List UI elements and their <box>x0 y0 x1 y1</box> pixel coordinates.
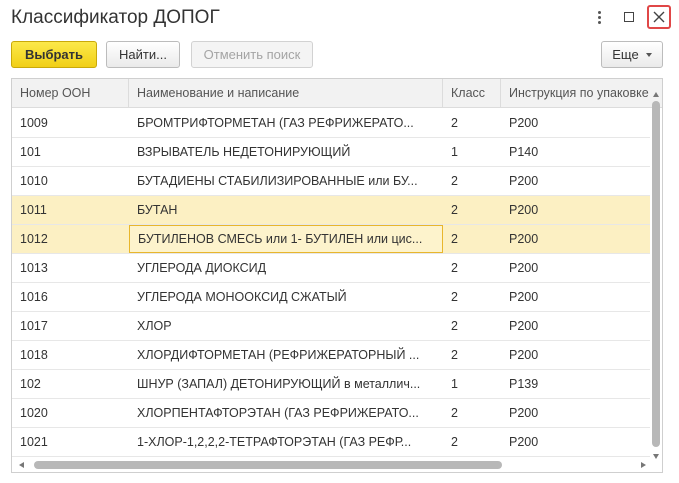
cell-packing-instruction[interactable]: P200 <box>501 312 650 340</box>
cell-name[interactable]: БУТАДИЕНЫ СТАБИЛИЗИРОВАННЫЕ или БУ... <box>129 167 443 195</box>
cell-un-number[interactable]: 1018 <box>12 341 129 369</box>
cell-packing-instruction[interactable]: P140 <box>501 138 650 166</box>
cancel-search-button[interactable]: Отменить поиск <box>191 41 313 68</box>
cell-class[interactable]: 2 <box>443 312 501 340</box>
scroll-right-icon[interactable] <box>638 460 648 470</box>
window-controls <box>581 5 671 29</box>
scroll-left-icon[interactable] <box>16 460 26 470</box>
scroll-down-icon[interactable] <box>651 451 661 461</box>
cell-class[interactable]: 1 <box>443 138 501 166</box>
cell-name[interactable]: БУТАН <box>129 196 443 224</box>
column-header-class[interactable]: Класс <box>443 79 501 108</box>
column-header-name[interactable]: Наименование и написание <box>129 79 443 108</box>
column-header-packing-instruction[interactable]: Инструкция по упаковке <box>501 79 662 108</box>
table-row[interactable]: 1010 БУТАДИЕНЫ СТАБИЛИЗИРОВАННЫЕ или БУ..… <box>12 167 650 196</box>
cell-class[interactable]: 2 <box>443 428 501 456</box>
close-icon[interactable] <box>647 5 671 29</box>
cell-un-number[interactable]: 1021 <box>12 428 129 456</box>
table-row[interactable]: 1021 1-ХЛОР-1,2,2,2-ТЕТРАФТОРЭТАН (ГАЗ РЕ… <box>12 428 650 457</box>
cell-name[interactable]: ХЛОР <box>129 312 443 340</box>
cell-name[interactable]: ВЗРЫВАТЕЛЬ НЕДЕТОНИРУЮЩИЙ <box>129 138 443 166</box>
cell-class[interactable]: 2 <box>443 109 501 137</box>
cell-packing-instruction[interactable]: P200 <box>501 196 650 224</box>
table-body: 1009 БРОМТРИФТОРМЕТАН (ГАЗ РЕФРИЖЕРАТО...… <box>12 109 650 457</box>
cell-packing-instruction[interactable]: P200 <box>501 428 650 456</box>
cell-class[interactable]: 2 <box>443 196 501 224</box>
cell-un-number[interactable]: 1009 <box>12 109 129 137</box>
cell-packing-instruction[interactable]: P200 <box>501 167 650 195</box>
cell-un-number[interactable]: 1017 <box>12 312 129 340</box>
cell-packing-instruction[interactable]: P200 <box>501 109 650 137</box>
cell-packing-instruction[interactable]: P200 <box>501 283 650 311</box>
table-row[interactable]: 1016 УГЛЕРОДА МОНООКСИД СЖАТЫЙ 2 P200 <box>12 283 650 312</box>
vertical-scrollbar[interactable] <box>651 89 661 461</box>
more-button-label: Еще <box>612 47 639 62</box>
cell-un-number[interactable]: 102 <box>12 370 129 398</box>
scroll-up-icon[interactable] <box>651 89 661 99</box>
more-menu-icon[interactable] <box>587 5 611 29</box>
chevron-down-icon <box>645 52 652 57</box>
toolbar: Выбрать Найти... Отменить поиск Еще <box>11 41 663 68</box>
cell-class[interactable]: 2 <box>443 167 501 195</box>
find-button[interactable]: Найти... <box>106 41 180 68</box>
cell-un-number[interactable]: 1010 <box>12 167 129 195</box>
adr-classifier-table[interactable]: Номер ООН Наименование и написание Класс… <box>11 78 663 473</box>
column-header-un-number[interactable]: Номер ООН <box>12 79 129 108</box>
maximize-icon[interactable] <box>617 5 641 29</box>
cell-un-number[interactable]: 1020 <box>12 399 129 427</box>
cell-un-number[interactable]: 1011 <box>12 196 129 224</box>
table-header: Номер ООН Наименование и написание Класс… <box>12 79 662 108</box>
cell-class[interactable]: 2 <box>443 283 501 311</box>
cell-un-number[interactable]: 101 <box>12 138 129 166</box>
cell-packing-instruction[interactable]: P200 <box>501 341 650 369</box>
cell-packing-instruction[interactable]: P200 <box>501 254 650 282</box>
cell-un-number[interactable]: 1016 <box>12 283 129 311</box>
vertical-scroll-thumb[interactable] <box>652 101 660 447</box>
cell-class[interactable]: 2 <box>443 254 501 282</box>
table-row[interactable]: 101 ВЗРЫВАТЕЛЬ НЕДЕТОНИРУЮЩИЙ 1 P140 <box>12 138 650 167</box>
cell-name[interactable]: ШНУР (ЗАПАЛ) ДЕТОНИРУЮЩИЙ в металлич... <box>129 370 443 398</box>
cell-class[interactable]: 2 <box>443 341 501 369</box>
more-button[interactable]: Еще <box>601 41 663 68</box>
cell-name[interactable]: 1-ХЛОР-1,2,2,2-ТЕТРАФТОРЭТАН (ГАЗ РЕФР..… <box>129 428 443 456</box>
table-row[interactable]: 1013 УГЛЕРОДА ДИОКСИД 2 P200 <box>12 254 650 283</box>
cell-class[interactable]: 2 <box>443 399 501 427</box>
cell-name[interactable]: УГЛЕРОДА ДИОКСИД <box>129 254 443 282</box>
cell-name[interactable]: УГЛЕРОДА МОНООКСИД СЖАТЫЙ <box>129 283 443 311</box>
table-row[interactable]: 1012 БУТИЛЕНОВ СМЕСЬ или 1- БУТИЛЕН или ц… <box>12 225 650 254</box>
cell-packing-instruction[interactable]: P200 <box>501 225 650 253</box>
cell-packing-instruction[interactable]: P139 <box>501 370 650 398</box>
table-row[interactable]: 1020 ХЛОРПЕНТАФТОРЭТАН (ГАЗ РЕФРИЖЕРАТО..… <box>12 399 650 428</box>
cell-class[interactable]: 1 <box>443 370 501 398</box>
table-row[interactable]: 1017 ХЛОР 2 P200 <box>12 312 650 341</box>
cell-un-number[interactable]: 1012 <box>12 225 129 253</box>
horizontal-scrollbar[interactable] <box>16 460 648 470</box>
horizontal-scroll-thumb[interactable] <box>34 461 502 469</box>
window-title: Классификатор ДОПОГ <box>11 7 220 28</box>
cell-name[interactable]: ХЛОРДИФТОРМЕТАН (РЕФРИЖЕРАТОРНЫЙ ... <box>129 341 443 369</box>
table-row[interactable]: 1009 БРОМТРИФТОРМЕТАН (ГАЗ РЕФРИЖЕРАТО...… <box>12 109 650 138</box>
select-button[interactable]: Выбрать <box>11 41 97 68</box>
cell-name[interactable]: БРОМТРИФТОРМЕТАН (ГАЗ РЕФРИЖЕРАТО... <box>129 109 443 137</box>
cell-name[interactable]: ХЛОРПЕНТАФТОРЭТАН (ГАЗ РЕФРИЖЕРАТО... <box>129 399 443 427</box>
cell-packing-instruction[interactable]: P200 <box>501 399 650 427</box>
table-row[interactable]: 102 ШНУР (ЗАПАЛ) ДЕТОНИРУЮЩИЙ в металлич.… <box>12 370 650 399</box>
table-row[interactable]: 1011 БУТАН 2 P200 <box>12 196 650 225</box>
cell-class[interactable]: 2 <box>443 225 501 253</box>
table-row[interactable]: 1018 ХЛОРДИФТОРМЕТАН (РЕФРИЖЕРАТОРНЫЙ ...… <box>12 341 650 370</box>
cell-name[interactable]: БУТИЛЕНОВ СМЕСЬ или 1- БУТИЛЕН или цис..… <box>129 225 443 253</box>
cell-un-number[interactable]: 1013 <box>12 254 129 282</box>
